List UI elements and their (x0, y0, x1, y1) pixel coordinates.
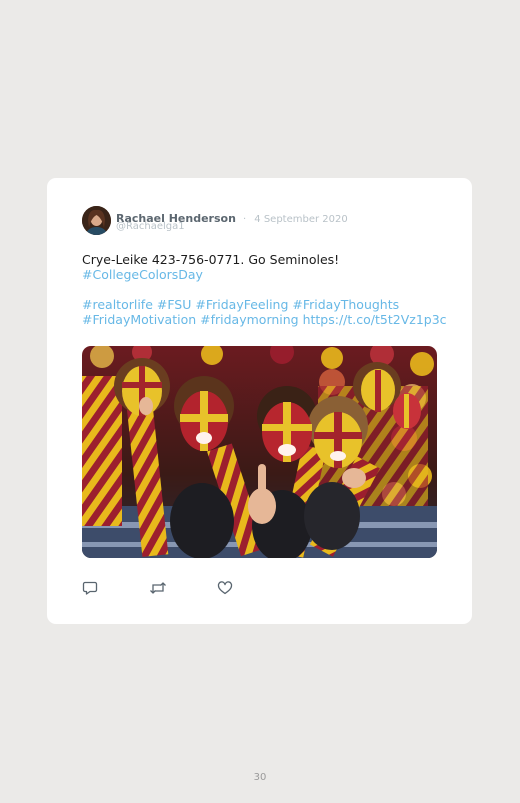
retweet-icon[interactable] (149, 580, 167, 596)
tweet-photo[interactable] (82, 346, 437, 558)
like-icon[interactable] (217, 580, 235, 596)
tweet-text: Crye-Leike 423-756-0771. Go Seminoles! #… (82, 252, 452, 327)
avatar[interactable] (82, 206, 111, 235)
author-handle[interactable]: @Rachaelga1 (116, 221, 185, 232)
hashtag-line[interactable]: #FridayMotivation #fridaymorning https:/… (82, 312, 452, 327)
tweet-date[interactable]: 4 September 2020 (254, 214, 347, 225)
hashtag-link[interactable]: #CollegeColorsDay (82, 267, 452, 282)
tweet-card: Rachael Henderson · 4 September 2020 @Ra… (47, 178, 472, 624)
header-separator: · (243, 214, 247, 225)
page-number: 30 (253, 772, 267, 783)
reply-icon[interactable] (82, 580, 100, 596)
hashtag-links[interactable]: #realtorlife #FSU #FridayFeeling #Friday… (82, 297, 452, 327)
tweet-text-line: Crye-Leike 423-756-0771. Go Seminoles! (82, 252, 340, 267)
hashtag-line[interactable]: #realtorlife #FSU #FridayFeeling #Friday… (82, 297, 452, 312)
